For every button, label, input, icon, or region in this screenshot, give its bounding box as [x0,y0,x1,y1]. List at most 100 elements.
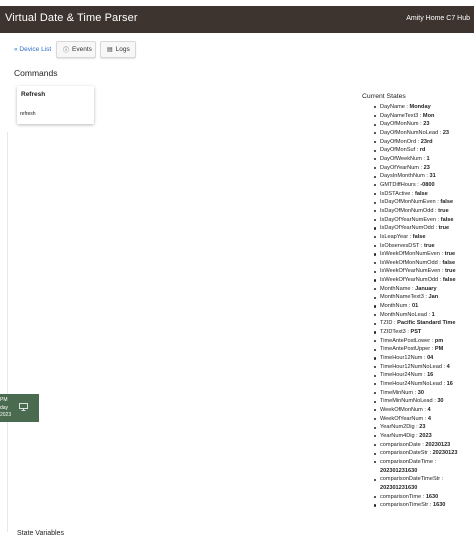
state-item: IsDayOfMonNumEven : false [362,198,474,207]
state-value: Mon [422,112,435,119]
state-name: TZID [380,320,393,327]
state-name: comparisonDate [380,441,421,448]
state-item: TimeHour24Num : 16 [362,371,474,380]
state-value: 30 [437,398,444,405]
state-name: IsWeekOfMonNumOdd [380,259,438,266]
state-value: true [438,207,449,214]
state-item: comparisonDateStr : 20230123 [362,449,474,458]
refresh-command-card[interactable]: Refresh refresh [17,86,94,124]
page-title: Virtual Date & Time Parser [5,12,138,24]
state-value: 01 [412,303,419,310]
state-name: comparisonTimeStr [380,502,429,509]
events-button[interactable]: ⓘ Events [56,41,96,58]
hub-name[interactable]: Amity Home C7 Hub [406,15,470,22]
state-item: IsDSTActive : false [362,190,474,199]
state-name: IsObservesDST [380,242,420,249]
state-value: 1 [431,311,435,318]
state-value: 23rd [420,138,433,145]
state-item: IsWeekOfYearNumOdd : false [362,276,474,285]
state-value: false [442,259,456,266]
state-item: TimeAntePostLower : pm [362,337,474,346]
state-name: TimeHour12Num [380,355,423,362]
state-value: true [445,268,456,275]
state-name: IsDayOfMonNumOdd [380,207,434,214]
document-icon: ▤ [107,47,113,53]
state-name: comparisonDateStr [380,450,428,457]
state-item: DayOfMonNum : 23 [362,120,474,129]
state-value: 23 [423,121,430,128]
state-item: IsDayOfMonNumOdd : true [362,207,474,216]
state-item: DayNameText3 : Mon [362,112,474,121]
clock-ampm: PM [0,397,8,403]
state-value: false [415,190,428,197]
state-value: true [444,251,456,258]
state-name: IsDSTActive [380,190,411,197]
state-value: 4 [427,415,432,422]
state-name: MonthNum [380,303,408,310]
state-value: Pacific Standard Time [397,320,456,327]
state-value: 23 [423,164,430,171]
state-item: WeekOfMonNum : 4 [362,406,474,415]
state-name: TZIDText3 [380,329,406,336]
state-item: DayName : Monday [362,103,474,112]
state-item: TimeMinNumNoLead : 30 [362,397,474,406]
command-title: Refresh [21,91,46,98]
state-value: 16 [446,381,453,387]
state-name: TimeMinNum [380,389,414,396]
state-variables-heading: State Variables [17,530,64,537]
state-name: DaysInMonthNum [380,173,425,180]
state-value: false [442,277,456,284]
state-name: IsDayOfYearNumEven [380,216,437,223]
logs-button-label: Logs [115,46,130,53]
clock-day: day [0,405,9,411]
state-name: WeekOfMonNum [380,406,423,413]
state-name: WeekOfYearNum [380,415,424,422]
state-name: IsWeekOfYearNumEven [380,268,441,275]
state-name: GMTDiffHours [380,181,416,188]
state-item: MonthName : January [362,285,474,294]
state-item: comparisonDateTimeStr : 202301231630 [362,475,474,492]
state-value: false [440,216,454,223]
state-name: DayOfWeekNum [380,155,422,162]
state-value: 1630 [432,502,446,509]
state-item: TZID : Pacific Standard Time [362,319,474,328]
state-value: 4 [446,363,450,370]
state-item: DayOfMonNumNoLead : 23 [362,129,474,138]
state-item: comparisonTimeStr : 1630 [362,501,474,510]
state-value: 20230123 [425,441,451,448]
state-value: 1 [426,155,430,162]
device-list-link[interactable]: « Device List [14,46,51,53]
state-value: PST [410,329,422,336]
state-name: comparisonDateTimeStr [380,476,441,483]
state-item: TimeAntePostUpper : PM [362,345,474,354]
state-name: DayOfYearNum [380,164,419,171]
state-item: MonthNameText3 : Jan [362,293,474,302]
state-item: TZIDText3 : PST [362,328,474,337]
state-name: IsWeekOfMonNumEven [380,251,440,258]
state-name: TimeHour24NumNoLead [380,381,442,387]
current-states-heading: Current States [362,93,406,100]
state-item: WeekOfYearNum : 4 [362,415,474,424]
state-name: DayOfMonSuf [380,147,416,154]
app-header: Virtual Date & Time Parser Amity Home C7… [0,6,474,33]
state-name: comparisonDateTime [380,458,433,465]
logs-button[interactable]: ▤ Logs [100,41,136,58]
state-value: true [438,225,450,232]
state-item: comparisonDateTime : 202301231630 [362,458,474,475]
state-name: IsDayOfMonNumEven [380,199,436,206]
divider [7,132,8,532]
state-name: MonthNameText3 [380,294,424,301]
state-value: 2023 [419,432,432,439]
state-value: January [415,285,437,292]
state-item: DayOfMonOrd : 23rd [362,138,474,147]
state-item: TimeHour12NumNoLead : 4 [362,363,474,372]
state-item: IsDayOfYearNumEven : false [362,216,474,225]
info-icon: ⓘ [63,48,70,54]
state-value: PM [434,346,444,353]
state-name: comparisonTime [380,493,422,500]
state-name: IsLeapYear [380,233,409,240]
state-name: TimeAntePostUpper [380,346,431,353]
clock-widget[interactable]: PM day 2023 [0,394,39,422]
state-item: DayOfYearNum : 23 [362,164,474,173]
state-value: -0800 [420,181,435,188]
